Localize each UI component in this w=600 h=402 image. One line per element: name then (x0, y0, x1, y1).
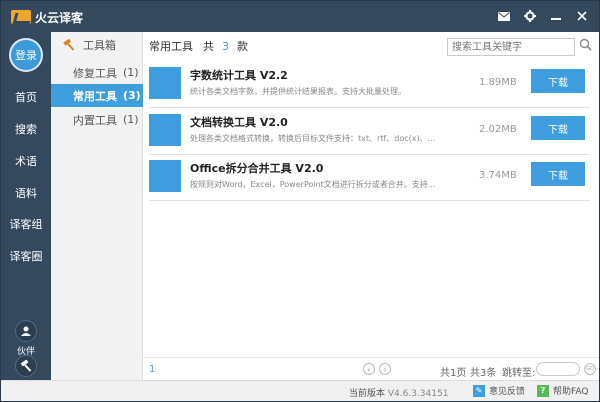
nav-item-circle[interactable]: 译客圈 (1, 248, 51, 264)
prev-page-icon[interactable]: ‹ (363, 363, 375, 375)
category-builtin-tools[interactable]: 内置工具 (1) (51, 108, 143, 131)
category-count: (1) (123, 66, 139, 79)
tool-row: 字数统计工具 V2.2 统计各类文档字数，并提供统计结果报表。支持大批量处理。 … (149, 62, 590, 108)
app-logo: 火云译客 (11, 9, 83, 25)
category-count: (3) (123, 89, 141, 102)
heading-category: 常用工具 (149, 40, 193, 53)
faq-link[interactable]: ? 帮助FAQ (537, 384, 588, 397)
title-bar: 火云译客 (1, 1, 599, 32)
main-panel: 常用工具 共 3 款 字数统计工具 V2.2 统计各类文档字数，并提供统计结果报… (143, 32, 599, 380)
category-count: (1) (123, 113, 139, 126)
app-title: 火云译客 (35, 10, 84, 25)
left-nav: 登录 首页 搜索 术语 语料 译客组 译客圈 伙伴 工具 (1, 32, 51, 392)
toolbox-title: 工具箱 (83, 39, 116, 52)
category-label: 修复工具 (73, 66, 117, 80)
tool-thumbnail (149, 114, 181, 146)
app-window: 火云译客 登录 首页 搜索 术语 语料 译客组 译客圈 伙伴 工具箱 修复工具 … (0, 0, 600, 402)
tool-description: 统计各类文档字数，并提供统计结果报表。支持大批量处理。 (190, 87, 406, 96)
download-button[interactable]: 下载 (531, 69, 585, 93)
nav-item-home[interactable]: 首页 (1, 89, 51, 105)
category-label: 常用工具 (73, 89, 117, 103)
nav-partner[interactable]: 伙伴 (1, 320, 51, 357)
go-button[interactable]: GO (584, 363, 596, 375)
minimize-icon[interactable] (545, 7, 567, 25)
tool-size: 3.74MB (479, 170, 517, 181)
tool-description: 处理各类文档格式转换，转换后目标文件支持：txt、rtf、doc(x)、... (190, 134, 436, 143)
tool-name: 字数统计工具 V2.2 (190, 69, 288, 82)
tool-row: 文档转换工具 V2.0 处理各类文档格式转换，转换后目标文件支持：txt、rtf… (149, 109, 590, 155)
version-number: V4.6.3.34151 (387, 389, 449, 399)
tool-thumbnail (149, 67, 181, 99)
settings-icon[interactable] (519, 7, 541, 25)
nav-item-terms[interactable]: 术语 (1, 153, 51, 169)
current-page[interactable]: 1 (149, 364, 155, 375)
jump-label: 跳转至: (502, 368, 536, 379)
toolbox-header: 工具箱 (51, 32, 143, 58)
mail-icon[interactable] (493, 7, 515, 25)
tool-name: 文档转换工具 V2.0 (190, 116, 288, 129)
pagination-bar: 1 ‹ › 共1页 共3条 跳转至: GO (143, 357, 599, 380)
partner-icon (15, 320, 37, 342)
edit-icon: ✎ (473, 384, 485, 397)
hammer-icon (15, 355, 37, 377)
search-icon[interactable] (579, 38, 592, 54)
heading-count: 3 (222, 39, 229, 53)
version-info: 当前版本 V4.6.3.34151 (349, 386, 448, 399)
help-icon: ? (537, 384, 549, 397)
tool-name: Office拆分合并工具 V2.0 (190, 162, 324, 175)
download-button[interactable]: 下载 (531, 116, 585, 140)
next-page-icon[interactable]: › (379, 363, 391, 375)
feedback-label: 意见反馈 (489, 387, 526, 397)
tool-size: 2.02MB (479, 124, 517, 135)
tool-size: 1.89MB (479, 77, 517, 88)
category-label: 内置工具 (73, 113, 117, 127)
page-count: 共1页 (440, 368, 467, 379)
nav-item-search[interactable]: 搜索 (1, 121, 51, 137)
download-button[interactable]: 下载 (531, 162, 585, 186)
category-panel: 工具箱 修复工具 (1) 常用工具 (3) 内置工具 (1) (51, 32, 143, 380)
nav-item-group[interactable]: 译客组 (1, 216, 51, 232)
nav-item-corpus[interactable]: 语料 (1, 185, 51, 201)
logo-icon (11, 10, 31, 24)
item-count: 共3条 (470, 368, 497, 379)
category-repair-tools[interactable]: 修复工具 (1) (51, 61, 143, 84)
search-input[interactable] (447, 38, 575, 56)
hammer-icon (63, 39, 75, 51)
feedback-link[interactable]: ✎ 意见反馈 (473, 384, 525, 397)
heading-total-word: 共 (203, 40, 214, 53)
tool-row: Office拆分合并工具 V2.0 按规则对Word，Excel，PowerPo… (149, 155, 590, 201)
jump-page-input[interactable] (536, 362, 580, 376)
heading-unit: 款 (237, 40, 248, 53)
category-common-tools[interactable]: 常用工具 (3) (51, 84, 143, 107)
tool-description: 按规则对Word，Excel，PowerPoint文档进行拆分或者合并。支持..… (190, 180, 436, 189)
tool-thumbnail (149, 160, 181, 192)
status-bar: 当前版本 V4.6.3.34151 ✎ 意见反馈 ? 帮助FAQ (1, 380, 599, 401)
version-label: 当前版本 (349, 389, 386, 399)
faq-label: 帮助FAQ (553, 387, 589, 397)
close-icon[interactable] (571, 7, 593, 25)
login-button[interactable]: 登录 (9, 38, 43, 72)
